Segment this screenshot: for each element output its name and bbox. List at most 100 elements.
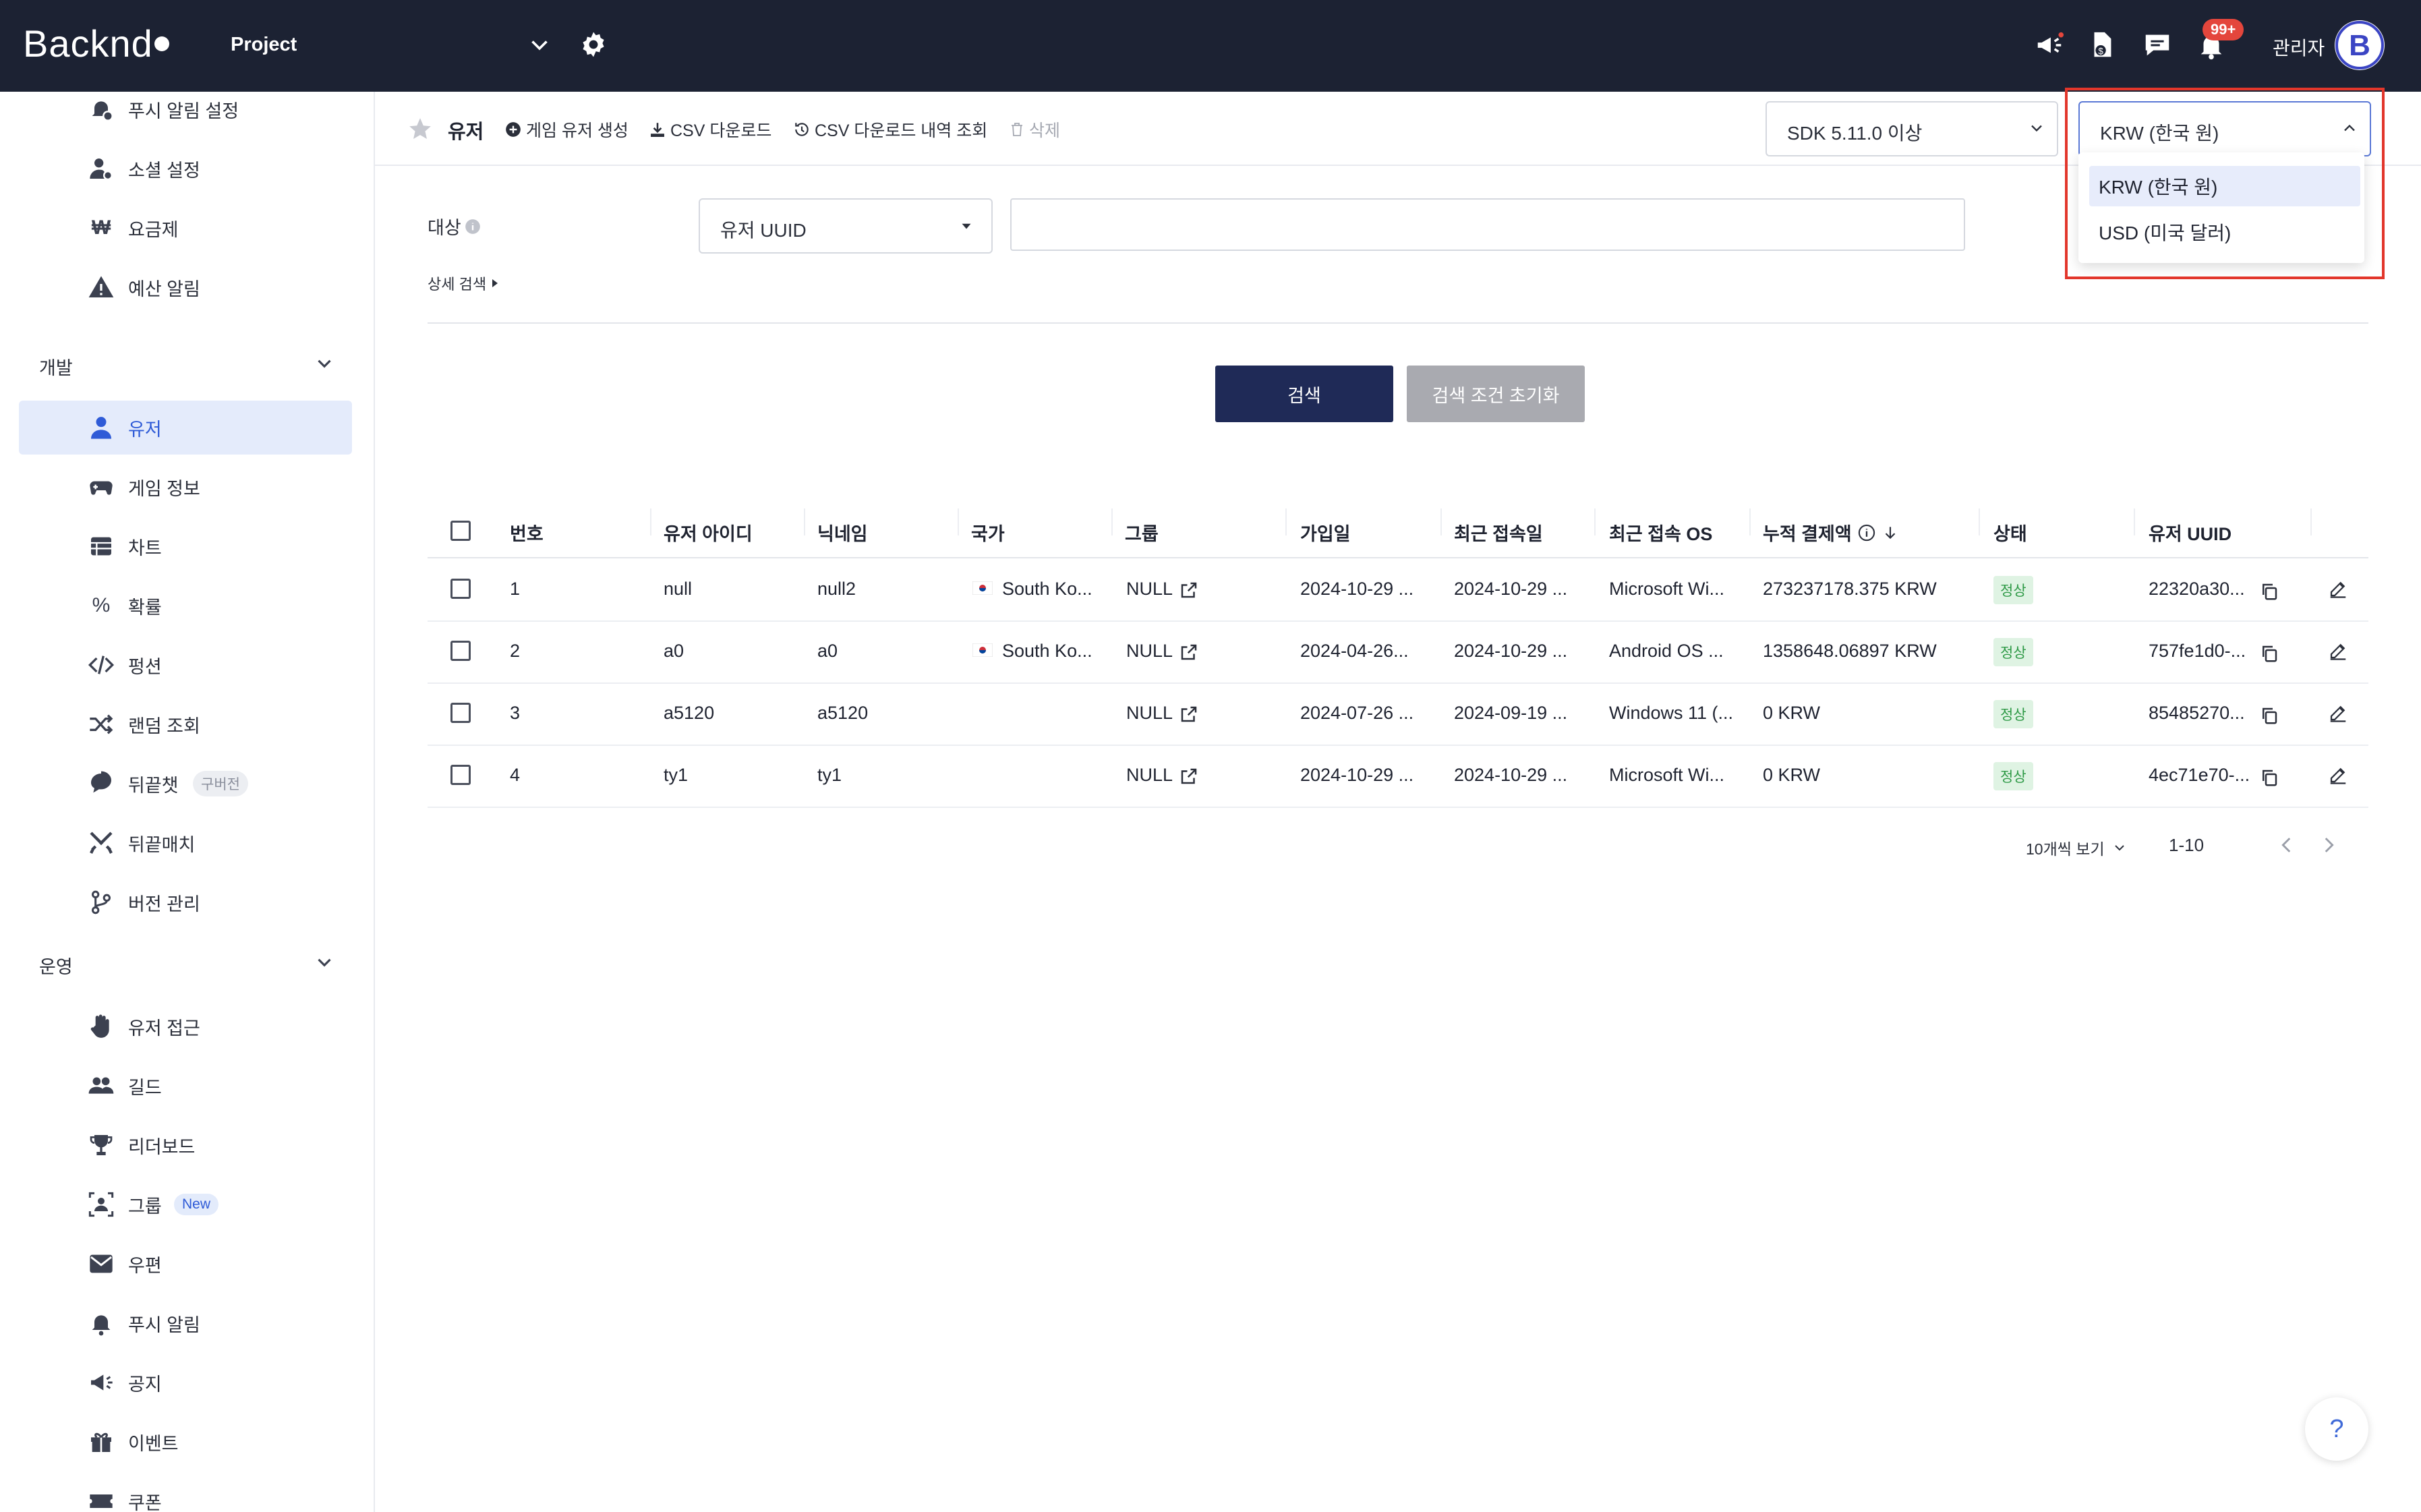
column-status[interactable]: 상태 (1993, 519, 2027, 546)
column-joined[interactable]: 가입일 (1300, 519, 1351, 546)
sdk-version-select[interactable]: SDK 5.11.0 이상 (1766, 101, 2058, 156)
sidebar-item-probability[interactable]: % 확률 (19, 579, 352, 633)
column-uuid[interactable]: 유저 UUID (2149, 519, 2232, 546)
column-last-os[interactable]: 최근 접속 OS (1609, 519, 1712, 546)
column-separator (1979, 508, 1980, 535)
gear-icon[interactable] (579, 30, 608, 59)
user-icon (91, 417, 111, 439)
column-separator (958, 508, 959, 535)
sidebar-item-user-access[interactable]: 유저 접근 (19, 999, 352, 1053)
chevron-down-icon[interactable] (313, 352, 336, 375)
column-country[interactable]: 국가 (971, 519, 1005, 546)
project-selector-label[interactable]: Project (231, 34, 297, 56)
table-row[interactable]: 1 null null2 South Ko... NULL 2024-10-29… (428, 558, 2368, 622)
edit-icon[interactable] (2328, 579, 2348, 599)
sidebar-item-group[interactable]: 그룹 New (19, 1177, 352, 1231)
sort-down-icon[interactable] (1882, 524, 1899, 542)
column-nickname[interactable]: 닉네임 (817, 519, 868, 546)
create-user-button[interactable]: 게임 유저 생성 (504, 117, 629, 142)
help-button[interactable]: ? (2305, 1397, 2368, 1461)
advanced-search-toggle[interactable]: 상세 검색 (428, 272, 500, 294)
chevron-left-icon[interactable] (2275, 834, 2298, 856)
sidebar-section-dev[interactable]: 개발 (39, 353, 73, 380)
sidebar-item-push[interactable]: 푸시 알림 (19, 1296, 352, 1350)
external-link-icon[interactable] (1179, 766, 1199, 786)
column-separator (1440, 508, 1442, 535)
sidebar-item-coupon[interactable]: 쿠폰 (19, 1474, 352, 1512)
external-link-icon[interactable] (1179, 642, 1199, 662)
csv-download-button[interactable]: CSV 다운로드 (649, 117, 771, 142)
chevron-right-icon[interactable] (2317, 834, 2340, 856)
column-total-paid[interactable]: 누적 결제액 (1763, 519, 1899, 546)
sidebar-item-push-settings[interactable]: 푸시 알림 설정 (19, 92, 352, 136)
sidebar-item-function[interactable]: 펑션 (19, 638, 352, 692)
sidebar-item-backnd-chat[interactable]: 뒤끝챗 구버전 (19, 757, 352, 811)
table-row[interactable]: 4 ty1 ty1 NULL 2024-10-29 ... 2024-10-29… (428, 745, 2368, 808)
column-user-id[interactable]: 유저 아이디 (664, 519, 753, 546)
column-separator (2310, 508, 2312, 535)
row-checkbox[interactable] (450, 641, 471, 661)
caret-right-icon (492, 279, 498, 287)
sidebar-item-game-info[interactable]: 게임 정보 (19, 460, 352, 514)
delete-button[interactable]: 삭제 (1009, 117, 1060, 142)
copy-icon[interactable] (2259, 705, 2279, 726)
page-range: 1-10 (2169, 835, 2205, 855)
logo[interactable]: Backnd (23, 22, 169, 65)
cell-no: 3 (510, 703, 521, 723)
row-checkbox[interactable] (450, 703, 471, 723)
sidebar-item-chart[interactable]: 차트 (19, 519, 352, 573)
search-button[interactable]: 검색 (1215, 366, 1393, 422)
csv-history-button[interactable]: CSV 다운로드 내역 조회 (793, 117, 987, 142)
cell-total-paid: 0 KRW (1763, 765, 1821, 785)
table-row[interactable]: 3 a5120 a5120 NULL 2024-07-26 ... 2024-0… (428, 682, 2368, 746)
column-group[interactable]: 그룹 (1125, 519, 1159, 546)
cell-joined: 2024-10-29 ... (1300, 765, 1414, 785)
copy-icon[interactable] (2259, 767, 2279, 788)
copy-icon[interactable] (2259, 581, 2279, 602)
sidebar-item-mail[interactable]: 우편 (19, 1237, 352, 1291)
row-checkbox[interactable] (450, 579, 471, 599)
chat-icon[interactable] (2142, 30, 2173, 61)
sidebar-item-budget-alert[interactable]: 예산 알림 (19, 260, 352, 314)
sidebar-item-social-settings[interactable]: 소셜 설정 (19, 142, 352, 196)
reset-button[interactable]: 검색 조건 초기화 (1407, 366, 1585, 422)
select-all-checkbox[interactable] (450, 521, 471, 541)
chevron-down-icon[interactable] (527, 32, 552, 57)
page-size-select[interactable]: 10개씩 보기 (2026, 836, 2128, 859)
cell-last-login: 2024-10-29 ... (1454, 579, 1568, 599)
column-last-login[interactable]: 최근 접속일 (1454, 519, 1543, 546)
avatar[interactable]: B (2335, 20, 2385, 70)
document-dollar-icon[interactable]: $ (2087, 30, 2118, 61)
sidebar-item-random-query[interactable]: 랜덤 조회 (19, 697, 352, 751)
edit-icon[interactable] (2328, 641, 2348, 661)
column-no[interactable]: 번호 (510, 519, 544, 546)
cell-uuid: 757fe1d0-... (2149, 641, 2246, 661)
sidebar-item-user[interactable]: 유저 (19, 401, 352, 455)
table-row[interactable]: 2 a0 a0 South Ko... NULL 2024-04-26... 2… (428, 620, 2368, 684)
external-link-icon[interactable] (1179, 580, 1199, 600)
edit-icon[interactable] (2328, 703, 2348, 723)
sidebar-item-guild[interactable]: 길드 (19, 1059, 352, 1113)
branch-icon (92, 890, 111, 914)
chevron-down-icon[interactable] (313, 951, 336, 974)
sidebar-item-version[interactable]: 버전 관리 (19, 875, 352, 929)
megaphone-icon[interactable] (2034, 30, 2065, 61)
sidebar-item-leaderboard[interactable]: 리더보드 (19, 1118, 352, 1172)
cell-group: NULL (1126, 579, 1173, 599)
row-checkbox[interactable] (450, 765, 471, 785)
external-link-icon[interactable] (1179, 704, 1199, 724)
sidebar-section-ops[interactable]: 운영 (39, 952, 73, 979)
highlight-frame (2065, 88, 2385, 279)
sidebar-item-pricing[interactable]: ₩ 요금제 (19, 201, 352, 255)
user-name[interactable]: 관리자 (2273, 34, 2325, 61)
search-input[interactable] (1010, 198, 1965, 251)
copy-icon[interactable] (2259, 643, 2279, 664)
status-badge: 정상 (1993, 576, 2033, 604)
target-select[interactable]: 유저 UUID (699, 198, 993, 254)
edit-icon[interactable] (2328, 765, 2348, 785)
gamepad-icon (90, 481, 113, 495)
sidebar-item-notice[interactable]: 공지 (19, 1356, 352, 1409)
sidebar-item-backnd-match[interactable]: 뒤끝매치 (19, 816, 352, 870)
star-icon[interactable] (407, 116, 433, 142)
sidebar-item-event[interactable]: 이벤트 (19, 1415, 352, 1469)
